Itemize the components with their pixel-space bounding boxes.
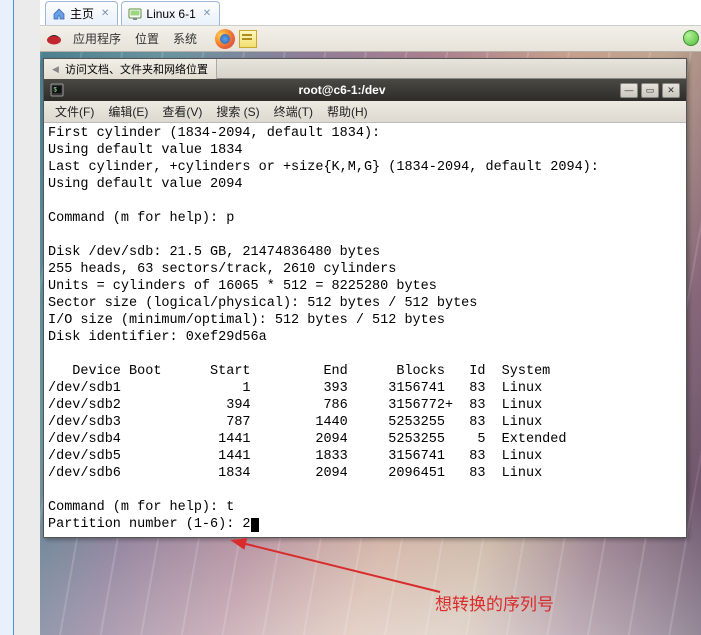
redhat-logo-icon bbox=[45, 30, 63, 48]
menu-view[interactable]: 查看(V) bbox=[157, 101, 207, 122]
maximize-button[interactable]: ▭ bbox=[641, 83, 659, 98]
tab-home[interactable]: 主页 ✕ bbox=[45, 1, 118, 25]
separator-strip bbox=[14, 0, 40, 635]
terminal-cursor bbox=[251, 518, 259, 532]
terminal-titlebar[interactable]: $ root@c6-1:/dev — ▭ ✕ bbox=[44, 79, 686, 101]
notes-icon[interactable] bbox=[239, 30, 257, 48]
firefox-icon[interactable] bbox=[215, 29, 235, 49]
vm-icon bbox=[128, 7, 142, 21]
menu-terminal[interactable]: 终端(T) bbox=[269, 101, 318, 122]
terminal-title: root@c6-1:/dev bbox=[64, 83, 620, 97]
status-indicator-icon[interactable] bbox=[683, 30, 699, 46]
panel-places[interactable]: 位置 bbox=[131, 28, 163, 49]
left-edge-strip bbox=[0, 0, 14, 635]
panel-applications[interactable]: 应用程序 bbox=[69, 28, 125, 49]
menu-file[interactable]: 文件(F) bbox=[50, 101, 99, 122]
vmware-tabbar: 主页 ✕ Linux 6-1 ✕ bbox=[40, 0, 701, 26]
vm-viewport: 主页 ✕ Linux 6-1 ✕ 应用程序 位置 系统 ◀ 访 bbox=[40, 0, 701, 635]
tab-vm[interactable]: Linux 6-1 ✕ bbox=[121, 1, 220, 25]
terminal-app-icon: $ bbox=[50, 83, 64, 97]
terminal-tab-close[interactable]: ◀ bbox=[52, 64, 62, 74]
terminal-tab-label: 访问文档、文件夹和网络位置 bbox=[65, 61, 208, 77]
terminal-window: ◀ 访问文档、文件夹和网络位置 $ root@c6-1:/dev — ▭ ✕ 文… bbox=[43, 58, 687, 538]
tab-vm-close[interactable]: ✕ bbox=[203, 8, 211, 19]
terminal-output[interactable]: First cylinder (1834-2094, default 1834)… bbox=[44, 123, 686, 537]
menu-help[interactable]: 帮助(H) bbox=[322, 101, 373, 122]
terminal-menubar: 文件(F) 编辑(E) 查看(V) 搜索 (S) 终端(T) 帮助(H) bbox=[44, 101, 686, 123]
terminal-tab[interactable]: ◀ 访问文档、文件夹和网络位置 bbox=[44, 59, 217, 79]
minimize-button[interactable]: — bbox=[620, 83, 638, 98]
close-button[interactable]: ✕ bbox=[662, 83, 680, 98]
gnome-panel: 应用程序 位置 系统 bbox=[40, 26, 701, 52]
tab-home-label: 主页 bbox=[70, 5, 94, 22]
tab-home-close[interactable]: ✕ bbox=[101, 8, 109, 19]
home-icon bbox=[52, 7, 66, 21]
annotation-text: 想转换的序列号 bbox=[435, 590, 554, 615]
panel-system[interactable]: 系统 bbox=[169, 28, 201, 49]
terminal-tabstrip: ◀ 访问文档、文件夹和网络位置 bbox=[44, 59, 686, 79]
tab-vm-label: Linux 6-1 bbox=[146, 7, 195, 21]
menu-edit[interactable]: 编辑(E) bbox=[103, 101, 153, 122]
menu-search[interactable]: 搜索 (S) bbox=[211, 101, 264, 122]
